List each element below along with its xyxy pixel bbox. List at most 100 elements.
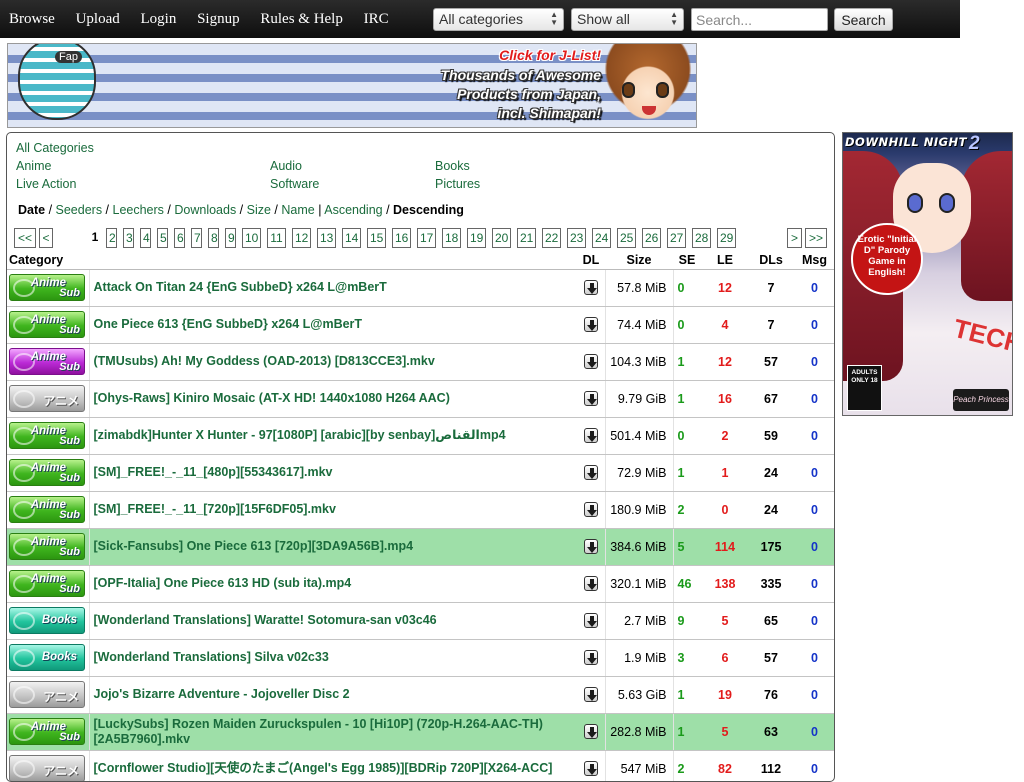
row-messages[interactable]: 0: [793, 491, 834, 529]
torrent-name-link[interactable]: [OPF-Italia] One Piece 613 HD (sub ita).…: [94, 576, 352, 590]
pager-page-link[interactable]: 7: [191, 228, 202, 248]
row-messages[interactable]: 0: [793, 454, 834, 492]
pager-page-link[interactable]: 13: [317, 228, 336, 248]
category-badge-icon[interactable]: Anime Sub: [9, 348, 85, 375]
download-icon[interactable]: [583, 354, 598, 370]
torrent-name-link[interactable]: [Ohys-Raws] Kiniro Mosaic (AT-X HD! 1440…: [94, 391, 450, 405]
torrent-name-link[interactable]: [Cornflower Studio][天使のたまご(Angel's Egg 1…: [94, 761, 553, 775]
nav-signup-link[interactable]: Signup: [197, 11, 240, 27]
category-badge-icon[interactable]: Anime Sub: [9, 718, 85, 745]
download-icon[interactable]: [583, 428, 598, 444]
category-select[interactable]: All categories ▲ ▼: [433, 8, 564, 31]
torrent-name-link[interactable]: One Piece 613 {EnG SubbeD} x264 L@mBerT: [94, 317, 363, 331]
row-messages[interactable]: 0: [793, 713, 834, 751]
pager-page-link[interactable]: 4: [140, 228, 151, 248]
download-icon[interactable]: [583, 687, 598, 703]
row-messages[interactable]: 0: [793, 528, 834, 566]
category-audio-link[interactable]: Audio: [270, 157, 302, 175]
category-live-action-link[interactable]: Live Action: [16, 175, 76, 193]
torrent-name-link[interactable]: [LuckySubs] Rozen Maiden Zuruckspulen - …: [94, 717, 543, 746]
nav-browse-link[interactable]: Browse: [9, 11, 55, 27]
row-messages[interactable]: 0: [793, 565, 834, 603]
download-icon[interactable]: [583, 761, 598, 777]
nav-login-link[interactable]: Login: [141, 11, 177, 27]
pager-page-link[interactable]: 21: [517, 228, 536, 248]
torrent-name-link[interactable]: [Wonderland Translations] Waratte! Sotom…: [94, 613, 437, 627]
pager-page-link[interactable]: 22: [542, 228, 561, 248]
torrent-name-link[interactable]: [zimabdk]Hunter X Hunter - 97[1080P] [ar…: [94, 428, 506, 442]
torrent-name-link[interactable]: [SM]_FREE!_-_11_[720p][15F6DF05].mkv: [94, 502, 336, 516]
row-messages[interactable]: 0: [793, 343, 834, 381]
row-messages[interactable]: 0: [793, 380, 834, 418]
category-badge-icon[interactable]: Books: [9, 607, 85, 634]
category-pictures-link[interactable]: Pictures: [435, 175, 480, 193]
pager-page-link[interactable]: 29: [717, 228, 736, 248]
torrent-name-link[interactable]: (TMUsubs) Ah! My Goddess (OAD-2013) [D81…: [94, 354, 435, 368]
nav-rules-help-link[interactable]: Rules & Help: [260, 11, 343, 27]
download-icon[interactable]: [583, 391, 598, 407]
filter-select[interactable]: Show all ▲ ▼: [571, 8, 684, 31]
category-badge-icon[interactable]: アニメ: [9, 385, 85, 412]
category-badge-icon[interactable]: Anime Sub: [9, 533, 85, 560]
download-icon[interactable]: [583, 724, 598, 740]
search-input[interactable]: [691, 8, 828, 31]
pager-first-button[interactable]: <<: [14, 228, 36, 248]
download-icon[interactable]: [583, 317, 598, 333]
category-books-link[interactable]: Books: [435, 157, 470, 175]
download-icon[interactable]: [583, 502, 598, 518]
header-se[interactable]: SE: [673, 252, 701, 270]
pager-page-link[interactable]: 16: [392, 228, 411, 248]
nav-irc-link[interactable]: IRC: [364, 11, 389, 27]
header-le[interactable]: LE: [701, 252, 749, 270]
pager-page-link[interactable]: 26: [642, 228, 661, 248]
category-badge-icon[interactable]: Anime Sub: [9, 311, 85, 338]
pager-page-link[interactable]: 19: [467, 228, 486, 248]
jlist-ad-banner[interactable]: Fap Click for J-List! Thousands of Aweso…: [7, 43, 697, 128]
header-dls[interactable]: DLs: [749, 252, 793, 270]
pager-page-link[interactable]: 25: [617, 228, 636, 248]
torrent-name-link[interactable]: Attack On Titan 24 {EnG SubbeD} x264 L@m…: [94, 280, 387, 294]
download-icon[interactable]: [583, 539, 598, 555]
pager-last-button[interactable]: >>: [805, 228, 827, 248]
sort-leechers-link[interactable]: Leechers: [113, 203, 164, 217]
pager-page-link[interactable]: 23: [567, 228, 586, 248]
pager-page-link[interactable]: 18: [442, 228, 461, 248]
pager-page-link[interactable]: 6: [174, 228, 185, 248]
row-messages[interactable]: 0: [793, 417, 834, 455]
pager-page-link[interactable]: 11: [267, 228, 286, 248]
pager-page-link[interactable]: 20: [492, 228, 511, 248]
download-icon[interactable]: [583, 576, 598, 592]
torrent-name-link[interactable]: [SM]_FREE!_-_11_[480p][55343617].mkv: [94, 465, 333, 479]
pager-page-link[interactable]: 17: [417, 228, 436, 248]
header-size[interactable]: Size: [605, 252, 673, 270]
pager-next-button[interactable]: >: [787, 228, 802, 248]
category-badge-icon[interactable]: アニメ: [9, 755, 85, 781]
pager-page-link[interactable]: 28: [692, 228, 711, 248]
row-messages[interactable]: 0: [793, 750, 834, 781]
pager-page-link[interactable]: 12: [292, 228, 311, 248]
category-anime-link[interactable]: Anime: [16, 157, 51, 175]
category-badge-icon[interactable]: Anime Sub: [9, 496, 85, 523]
download-icon[interactable]: [583, 613, 598, 629]
pager-page-link[interactable]: 9: [225, 228, 236, 248]
sort-size-link[interactable]: Size: [247, 203, 271, 217]
row-messages[interactable]: 0: [793, 639, 834, 677]
row-messages[interactable]: 0: [793, 676, 834, 714]
category-badge-icon[interactable]: Anime Sub: [9, 274, 85, 301]
category-badge-icon[interactable]: Books: [9, 644, 85, 671]
pager-page-link[interactable]: 14: [342, 228, 361, 248]
torrent-name-link[interactable]: [Wonderland Translations] Silva v02c33: [94, 650, 329, 664]
sort-name-link[interactable]: Name: [281, 203, 314, 217]
pager-page-link[interactable]: 3: [123, 228, 134, 248]
download-icon[interactable]: [583, 465, 598, 481]
category-software-link[interactable]: Software: [270, 175, 319, 193]
sort-ascending-link[interactable]: Ascending: [324, 203, 382, 217]
pager-prev-button[interactable]: <: [39, 228, 53, 248]
pager-page-link[interactable]: 8: [208, 228, 219, 248]
category-all-link[interactable]: All Categories: [16, 139, 94, 157]
pager-page-link[interactable]: 15: [367, 228, 386, 248]
category-badge-icon[interactable]: Anime Sub: [9, 422, 85, 449]
pager-page-link[interactable]: 2: [106, 228, 117, 248]
sort-seeders-link[interactable]: Seeders: [56, 203, 103, 217]
row-messages[interactable]: 0: [793, 602, 834, 640]
